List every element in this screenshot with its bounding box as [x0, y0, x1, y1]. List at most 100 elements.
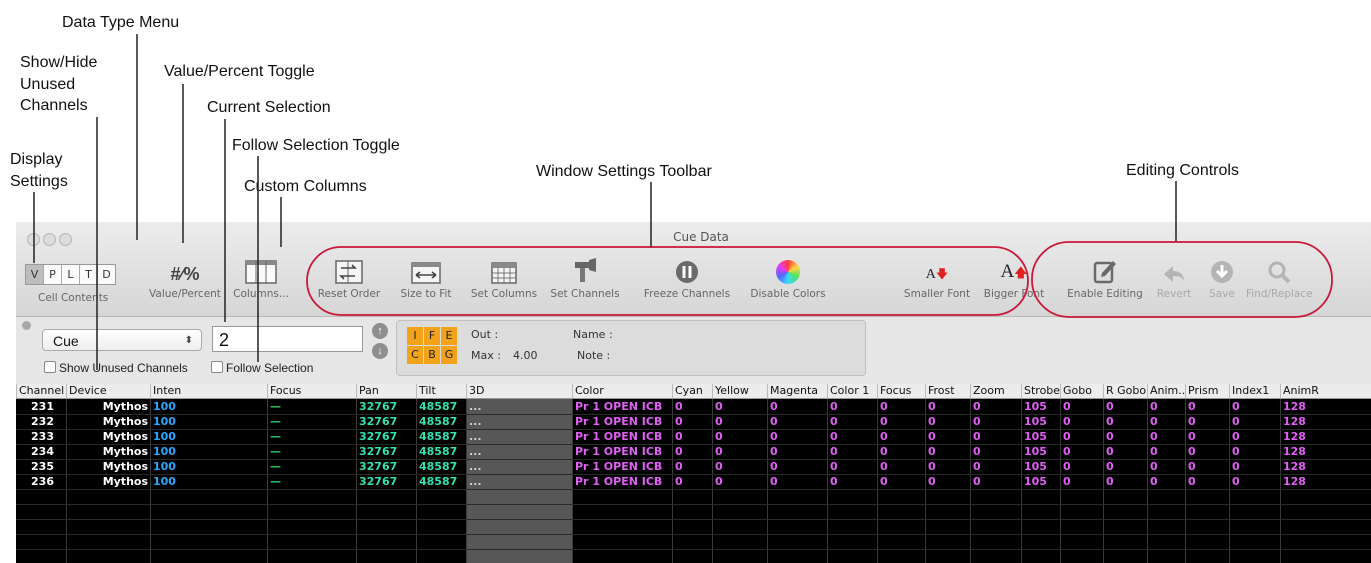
- table-cell[interactable]: Pr 1 OPEN ICB: [572, 414, 672, 429]
- follow-selection-checkbox[interactable]: Follow Selection: [211, 361, 313, 375]
- table-cell[interactable]: 0: [1229, 414, 1280, 429]
- table-cell[interactable]: 128: [1280, 474, 1326, 489]
- table-cell[interactable]: 232: [16, 414, 54, 429]
- table-cell[interactable]: 48587: [416, 474, 466, 489]
- table-cell[interactable]: Pr 1 OPEN ICB: [572, 399, 672, 414]
- column-header[interactable]: Gobo: [1060, 384, 1103, 398]
- table-cell[interactable]: 0: [1147, 474, 1185, 489]
- bigger-font-button[interactable]: A🡅 Bigger Font: [981, 256, 1047, 300]
- table-cell[interactable]: 0: [877, 414, 925, 429]
- table-cell[interactable]: 0: [1103, 429, 1147, 444]
- column-header[interactable]: R Gobo: [1103, 384, 1147, 398]
- table-cell[interactable]: 0: [1147, 444, 1185, 459]
- column-header[interactable]: Index1: [1229, 384, 1280, 398]
- value-percent-button[interactable]: #⁄% Value/Percent: [144, 256, 226, 300]
- column-header[interactable]: Channel: [16, 384, 66, 398]
- table-cell[interactable]: ...: [466, 444, 572, 459]
- table-cell[interactable]: 0: [1060, 474, 1103, 489]
- table-cell[interactable]: 0: [1103, 414, 1147, 429]
- table-cell[interactable]: 0: [1060, 459, 1103, 474]
- table-cell[interactable]: 0: [1147, 429, 1185, 444]
- table-cell[interactable]: 128: [1280, 414, 1326, 429]
- table-cell[interactable]: 0: [1185, 414, 1229, 429]
- table-cell[interactable]: 0: [877, 399, 925, 414]
- table-cell[interactable]: 105: [1021, 474, 1060, 489]
- freeze-channels-button[interactable]: Freeze Channels: [638, 256, 736, 300]
- table-cell[interactable]: 0: [970, 414, 1021, 429]
- table-cell[interactable]: 0: [970, 474, 1021, 489]
- table-cell[interactable]: 0: [970, 429, 1021, 444]
- table-cell[interactable]: 0: [1229, 474, 1280, 489]
- column-header[interactable]: Inten: [150, 384, 267, 398]
- table-cell[interactable]: 233: [16, 429, 54, 444]
- table-cell[interactable]: 48587: [416, 399, 466, 414]
- table-cell[interactable]: 48587: [416, 444, 466, 459]
- checkbox-box[interactable]: [211, 361, 223, 373]
- table-cell[interactable]: 0: [827, 429, 877, 444]
- cell-contents-segmented-control[interactable]: V P L T D: [25, 264, 116, 285]
- table-cell[interactable]: 0: [827, 459, 877, 474]
- table-cell[interactable]: 0: [672, 459, 712, 474]
- column-header[interactable]: Color 1: [827, 384, 877, 398]
- column-header[interactable]: Prism: [1185, 384, 1229, 398]
- next-cue-down-arrow-icon[interactable]: ↓: [372, 343, 388, 359]
- table-cell[interactable]: 0: [925, 474, 970, 489]
- table-cell[interactable]: —: [267, 399, 356, 414]
- cell-contents-p[interactable]: P: [44, 265, 62, 284]
- table-cell[interactable]: 0: [672, 429, 712, 444]
- table-cell[interactable]: ...: [466, 414, 572, 429]
- table-cell[interactable]: 105: [1021, 444, 1060, 459]
- table-cell[interactable]: 0: [1060, 429, 1103, 444]
- column-header[interactable]: Yellow: [712, 384, 767, 398]
- table-cell[interactable]: 128: [1280, 399, 1326, 414]
- columns-button[interactable]: Columns...: [228, 256, 294, 300]
- table-cell[interactable]: 100: [150, 399, 267, 414]
- table-cell[interactable]: 0: [712, 399, 767, 414]
- table-cell[interactable]: 0: [767, 414, 827, 429]
- table-cell[interactable]: 48587: [416, 429, 466, 444]
- disable-colors-button[interactable]: Disable Colors: [740, 256, 836, 300]
- table-cell[interactable]: 0: [1185, 444, 1229, 459]
- revert-button[interactable]: Revert: [1152, 256, 1196, 300]
- column-header[interactable]: Pan: [356, 384, 416, 398]
- table-cell[interactable]: 105: [1021, 399, 1060, 414]
- table-cell[interactable]: 0: [1229, 399, 1280, 414]
- table-cell[interactable]: 105: [1021, 429, 1060, 444]
- column-header[interactable]: AnimR: [1280, 384, 1326, 398]
- table-row[interactable]: 231 Mythos 100—32767 48587... Pr 1 OPEN ICB 0…: [16, 399, 1371, 414]
- table-cell[interactable]: 0: [1147, 459, 1185, 474]
- table-cell[interactable]: Mythos: [66, 444, 150, 459]
- column-header[interactable]: Cyan: [672, 384, 712, 398]
- table-cell[interactable]: Mythos: [66, 429, 150, 444]
- table-cell[interactable]: 0: [767, 429, 827, 444]
- table-cell[interactable]: 100: [150, 444, 267, 459]
- table-cell[interactable]: 0: [827, 444, 877, 459]
- table-cell[interactable]: 0: [672, 474, 712, 489]
- table-cell[interactable]: 0: [672, 399, 712, 414]
- table-cell[interactable]: 100: [150, 429, 267, 444]
- reset-order-button[interactable]: Reset Order: [312, 256, 386, 300]
- table-row[interactable]: 236 Mythos 100—32767 48587... Pr 1 OPEN ICB 0…: [16, 474, 1371, 489]
- table-cell[interactable]: Mythos: [66, 474, 150, 489]
- table-cell[interactable]: 0: [712, 444, 767, 459]
- table-cell[interactable]: 0: [925, 399, 970, 414]
- table-cell[interactable]: 0: [767, 399, 827, 414]
- table-row[interactable]: 234 Mythos 100—32767 48587... Pr 1 OPEN ICB 0…: [16, 444, 1371, 459]
- table-cell[interactable]: 0: [970, 444, 1021, 459]
- table-cell[interactable]: Pr 1 OPEN ICB: [572, 429, 672, 444]
- column-header[interactable]: Focus: [877, 384, 925, 398]
- table-cell[interactable]: Pr 1 OPEN ICB: [572, 474, 672, 489]
- table-cell[interactable]: 0: [877, 444, 925, 459]
- table-cell[interactable]: 105: [1021, 414, 1060, 429]
- set-columns-button[interactable]: Set Columns: [466, 256, 542, 300]
- table-cell[interactable]: 0: [712, 414, 767, 429]
- table-row[interactable]: 235 Mythos 100—32767 48587... Pr 1 OPEN ICB 0…: [16, 459, 1371, 474]
- column-header[interactable]: 3D: [466, 384, 572, 398]
- table-cell[interactable]: 48587: [416, 414, 466, 429]
- table-cell[interactable]: 0: [672, 444, 712, 459]
- table-cell[interactable]: 0: [877, 474, 925, 489]
- table-row[interactable]: 232 Mythos 100—32767 48587... Pr 1 OPEN ICB 0…: [16, 414, 1371, 429]
- table-cell[interactable]: 0: [925, 459, 970, 474]
- table-cell[interactable]: 100: [150, 474, 267, 489]
- smaller-font-button[interactable]: A🡇 Smaller Font: [896, 256, 978, 300]
